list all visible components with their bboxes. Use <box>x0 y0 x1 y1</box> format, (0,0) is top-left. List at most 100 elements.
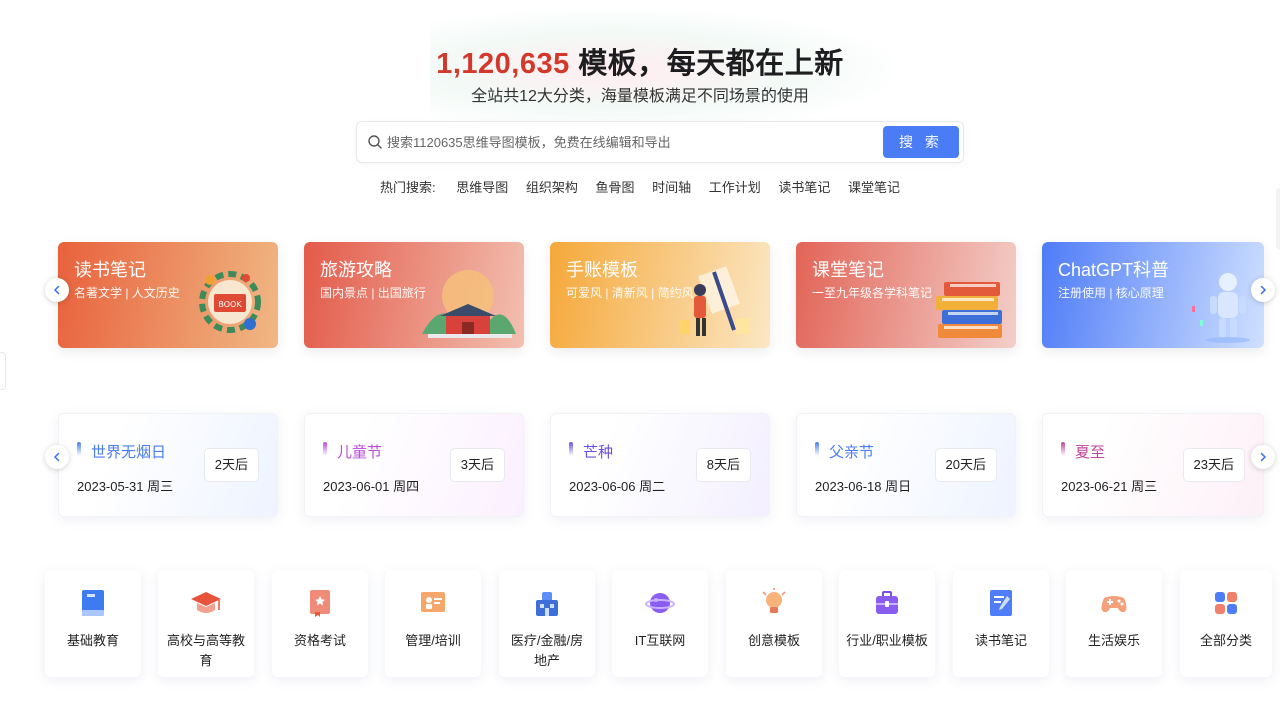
hot-search-link[interactable]: 课堂笔记 <box>848 177 900 196</box>
chevron-left-icon <box>53 452 60 462</box>
hero-subtitle: 全站共12大分类，海量模板满足不同场景的使用 <box>471 88 809 105</box>
category-label: 资格考试 <box>293 633 346 648</box>
search-input[interactable] <box>387 128 867 156</box>
person-board-icon <box>680 266 750 336</box>
category-lifestyle-entertainment[interactable]: 生活娱乐 <box>1066 570 1162 677</box>
category-label: 医疗/金融/房地产 <box>510 633 584 668</box>
category-creative-templates[interactable]: 创意模板 <box>726 570 822 677</box>
category-label: 行业/职业模板 <box>846 633 928 648</box>
book-wreath-icon: BOOK <box>199 271 261 333</box>
hot-search-link[interactable]: 思维导图 <box>456 177 508 196</box>
banner-chatgpt[interactable]: ChatGPT科普 注册使用 | 核心原理 <box>1042 242 1264 348</box>
banner-title: 课堂笔记 <box>812 260 884 280</box>
chevron-left-icon <box>53 285 60 295</box>
category-reading-notes[interactable]: 读书笔记 <box>953 570 1049 677</box>
category-label: 基础教育 <box>66 633 119 648</box>
palace-icon <box>422 270 516 338</box>
events-next-button[interactable] <box>1251 445 1275 469</box>
category-management-training[interactable]: 管理/培训 <box>385 570 481 677</box>
notebook-pen-icon <box>990 590 1012 616</box>
book-icon <box>82 590 104 616</box>
event-accent-bar <box>77 442 81 456</box>
event-accent-bar <box>323 442 327 456</box>
category-label: 管理/培训 <box>405 633 461 648</box>
event-accent-bar <box>1061 442 1065 456</box>
side-panel-tab[interactable] <box>0 352 6 390</box>
briefcase-icon <box>876 591 898 614</box>
robot-icon <box>1192 273 1250 343</box>
banner-reading-notes[interactable]: 读书笔记 名著文学 | 人文历史 BOOK <box>58 242 278 348</box>
hot-search-label: 热门搜索: <box>379 180 436 195</box>
banner-title: ChatGPT科普 <box>1058 260 1170 280</box>
category-label: IT互联网 <box>634 633 686 648</box>
chevron-right-icon <box>1260 452 1267 462</box>
hot-search-link[interactable]: 鱼骨图 <box>595 177 634 196</box>
book-stack-icon <box>936 282 1002 338</box>
side-toolbar-edge[interactable] <box>1276 188 1280 250</box>
event-card[interactable]: 父亲节 2023-06-18 周日 20天后 <box>796 413 1016 517</box>
event-accent-bar <box>569 442 573 456</box>
category-it-internet[interactable]: IT互联网 <box>612 570 708 677</box>
category-label: 高校与高等教育 <box>166 633 245 668</box>
gamepad-icon <box>1101 596 1127 613</box>
event-date: 2023-06-01 周四 <box>323 479 420 494</box>
event-name: 芒种 <box>583 444 614 461</box>
banner-class-notes[interactable]: 课堂笔记 一至九年级各学科笔记 <box>796 242 1016 348</box>
certificate-icon <box>310 590 330 617</box>
event-countdown-badge: 20天后 <box>934 448 997 482</box>
banner-subtitle: 注册使用 | 核心原理 <box>1058 286 1164 300</box>
event-countdown-badge: 3天后 <box>449 448 505 482</box>
event-card[interactable]: 夏至 2023-06-21 周三 23天后 <box>1042 413 1264 517</box>
search-button[interactable]: 搜 索 <box>883 126 959 158</box>
building-icon <box>536 592 558 616</box>
banner-subtitle: 名著文学 | 人文历史 <box>74 286 180 300</box>
template-count: 1,120,635 <box>436 48 570 80</box>
search-icon <box>368 135 382 149</box>
category-qualification-exam[interactable]: 资格考试 <box>272 570 368 677</box>
event-card[interactable]: 芒种 2023-06-06 周二 8天后 <box>550 413 770 517</box>
category-label: 读书笔记 <box>974 633 1027 648</box>
category-label: 创意模板 <box>747 633 800 648</box>
events-prev-button[interactable] <box>45 445 69 469</box>
banner-title: 手账模板 <box>566 260 638 280</box>
event-date: 2023-06-21 周三 <box>1061 479 1158 494</box>
banner-title: 读书笔记 <box>74 260 146 280</box>
grid-apps-icon <box>1215 592 1237 614</box>
hot-search-link[interactable]: 读书笔记 <box>778 177 830 196</box>
category-label: 全部分类 <box>1199 633 1252 648</box>
lightbulb-icon <box>762 588 786 613</box>
category-basic-education[interactable]: 基础教育 <box>45 570 141 677</box>
chevron-right-icon <box>1260 285 1267 295</box>
banner-travel-guide[interactable]: 旅游攻略 国内景点 | 出国旅行 <box>304 242 524 348</box>
banner-title: 旅游攻略 <box>320 260 392 280</box>
category-label: 生活娱乐 <box>1087 633 1140 648</box>
banner-next-button[interactable] <box>1251 278 1275 302</box>
planet-icon <box>645 593 675 613</box>
category-industry-career[interactable]: 行业/职业模板 <box>839 570 935 677</box>
event-accent-bar <box>815 442 819 456</box>
banner-prev-button[interactable] <box>45 278 69 302</box>
event-card[interactable]: 世界无烟日 2023-05-31 周三 2天后 <box>58 413 278 517</box>
category-medical-finance-realestate[interactable]: 医疗/金融/房地产 <box>499 570 595 677</box>
hot-search-link[interactable]: 时间轴 <box>652 177 691 196</box>
hero-title-text: 模板，每天都在上新 <box>569 48 844 80</box>
hero-title: 1,120,635 模板，每天都在上新 <box>0 40 1280 82</box>
category-all[interactable]: 全部分类 <box>1180 570 1272 677</box>
event-date: 2023-06-06 周二 <box>569 479 666 494</box>
presentation-board-icon <box>421 592 445 612</box>
banner-subtitle: 国内景点 | 出国旅行 <box>320 286 426 300</box>
event-card[interactable]: 儿童节 2023-06-01 周四 3天后 <box>304 413 524 517</box>
event-name: 夏至 <box>1075 444 1106 461</box>
event-date: 2023-05-31 周三 <box>77 479 174 494</box>
hot-search-link[interactable]: 组织架构 <box>526 177 578 196</box>
hot-search-link[interactable]: 工作计划 <box>709 177 761 196</box>
svg-text:BOOK: BOOK <box>218 300 242 309</box>
event-name: 父亲节 <box>829 444 875 461</box>
banner-journal-templates[interactable]: 手账模板 可爱风 | 清新风 | 简约风 <box>550 242 770 348</box>
event-countdown-badge: 2天后 <box>203 448 259 482</box>
search-bar: 搜 索 <box>356 121 964 163</box>
category-higher-education[interactable]: 高校与高等教育 <box>158 570 254 677</box>
event-name: 儿童节 <box>337 444 383 461</box>
event-countdown-badge: 23天后 <box>1182 448 1245 482</box>
event-countdown-badge: 8天后 <box>695 448 751 482</box>
